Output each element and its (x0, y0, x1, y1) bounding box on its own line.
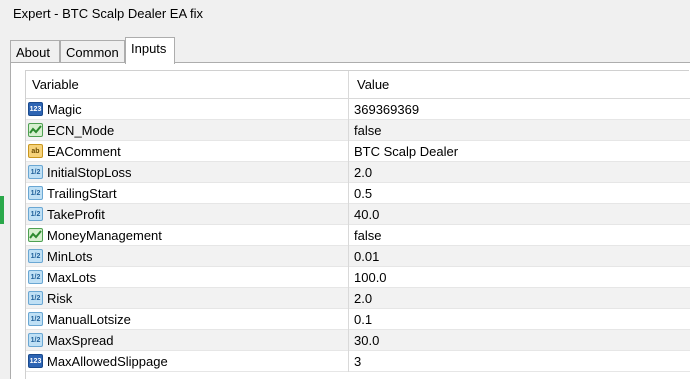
variable-name: MaxSpread (47, 333, 114, 348)
table-header: Variable Value (26, 71, 690, 99)
variable-name: InitialStopLoss (47, 165, 132, 180)
background-window-edge (0, 196, 4, 224)
cell-divider (348, 204, 349, 225)
tab-inputs[interactable]: Inputs (125, 37, 175, 64)
table-row[interactable]: 1/2 MaxSpread 30.0 (26, 330, 690, 351)
variable-value[interactable]: 40.0 (354, 207, 379, 222)
table-row[interactable]: 1/2 ManualLotsize 0.1 (26, 309, 690, 330)
variable-name: ECN_Mode (47, 123, 115, 138)
variable-name: MaxAllowedSlippage (47, 354, 168, 369)
cell-divider (348, 351, 349, 372)
tab-common[interactable]: Common (60, 40, 125, 63)
table-row[interactable]: 1/2 Risk 2.0 (26, 288, 690, 309)
variable-name: Risk (47, 291, 73, 306)
table-row[interactable]: 1/2 MaxLots 100.0 (26, 267, 690, 288)
string-type-icon: ab (28, 144, 43, 158)
variable-name: EAComment (47, 144, 121, 159)
double-type-icon: 1/2 (28, 186, 43, 200)
variable-value[interactable]: 30.0 (354, 333, 379, 348)
variable-value[interactable]: 0.1 (354, 312, 372, 327)
cell-divider (348, 141, 349, 162)
cell-divider (348, 99, 349, 120)
table-row[interactable]: 1/2 InitialStopLoss 2.0 (26, 162, 690, 183)
cell-divider (348, 309, 349, 330)
tab-about[interactable]: About (10, 40, 60, 63)
cell-divider (348, 267, 349, 288)
variable-name: MoneyManagement (47, 228, 162, 243)
cell-divider (348, 225, 349, 246)
inputs-panel: Variable Value 123 Magic 369369369 ECN_Mode… (10, 62, 690, 379)
inputs-table: Variable Value 123 Magic 369369369 ECN_Mode… (25, 70, 690, 379)
table-row[interactable]: MoneyManagement false (26, 225, 690, 246)
variable-value[interactable]: 2.0 (354, 291, 372, 306)
integer-type-icon: 123 (28, 354, 43, 368)
table-row[interactable]: 1/2 TrailingStart 0.5 (26, 183, 690, 204)
cell-divider (348, 246, 349, 267)
cell-divider (348, 288, 349, 309)
variable-name: Magic (47, 102, 82, 117)
integer-type-icon: 123 (28, 102, 43, 116)
column-divider[interactable] (348, 71, 349, 99)
column-header-value[interactable]: Value (357, 77, 389, 92)
boolean-type-icon (28, 123, 43, 137)
double-type-icon: 1/2 (28, 312, 43, 326)
table-row[interactable]: 123 MaxAllowedSlippage 3 (26, 351, 690, 372)
double-type-icon: 1/2 (28, 207, 43, 221)
variable-value[interactable]: BTC Scalp Dealer (354, 144, 458, 159)
double-type-icon: 1/2 (28, 270, 43, 284)
variable-value[interactable]: 0.5 (354, 186, 372, 201)
cell-divider (348, 162, 349, 183)
variable-value[interactable]: false (354, 228, 381, 243)
variable-name: TrailingStart (47, 186, 117, 201)
table-row[interactable]: ab EAComment BTC Scalp Dealer (26, 141, 690, 162)
variable-name: MaxLots (47, 270, 97, 285)
double-type-icon: 1/2 (28, 291, 43, 305)
variable-value[interactable]: false (354, 123, 381, 138)
table-row[interactable]: 1/2 MinLots 0.01 (26, 246, 690, 267)
variable-value[interactable]: 0.01 (354, 249, 379, 264)
cell-divider (348, 120, 349, 141)
boolean-type-icon (28, 228, 43, 242)
variable-value[interactable]: 369369369 (354, 102, 419, 117)
variable-name: TakeProfit (47, 207, 105, 222)
variable-name: MinLots (47, 249, 93, 264)
table-row[interactable]: ECN_Mode false (26, 120, 690, 141)
variable-name: ManualLotsize (47, 312, 131, 327)
double-type-icon: 1/2 (28, 165, 43, 179)
window-title: Expert - BTC Scalp Dealer EA fix (13, 6, 204, 21)
column-header-variable[interactable]: Variable (32, 77, 79, 92)
title-bar: Expert - BTC Scalp Dealer EA fix (0, 0, 690, 30)
variable-value[interactable]: 100.0 (354, 270, 387, 285)
cell-divider (348, 183, 349, 204)
double-type-icon: 1/2 (28, 249, 43, 263)
table-row[interactable]: 123 Magic 369369369 (26, 99, 690, 120)
variable-value[interactable]: 2.0 (354, 165, 372, 180)
double-type-icon: 1/2 (28, 333, 43, 347)
variable-value[interactable]: 3 (354, 354, 361, 369)
table-row[interactable]: 1/2 TakeProfit 40.0 (26, 204, 690, 225)
cell-divider (348, 330, 349, 351)
